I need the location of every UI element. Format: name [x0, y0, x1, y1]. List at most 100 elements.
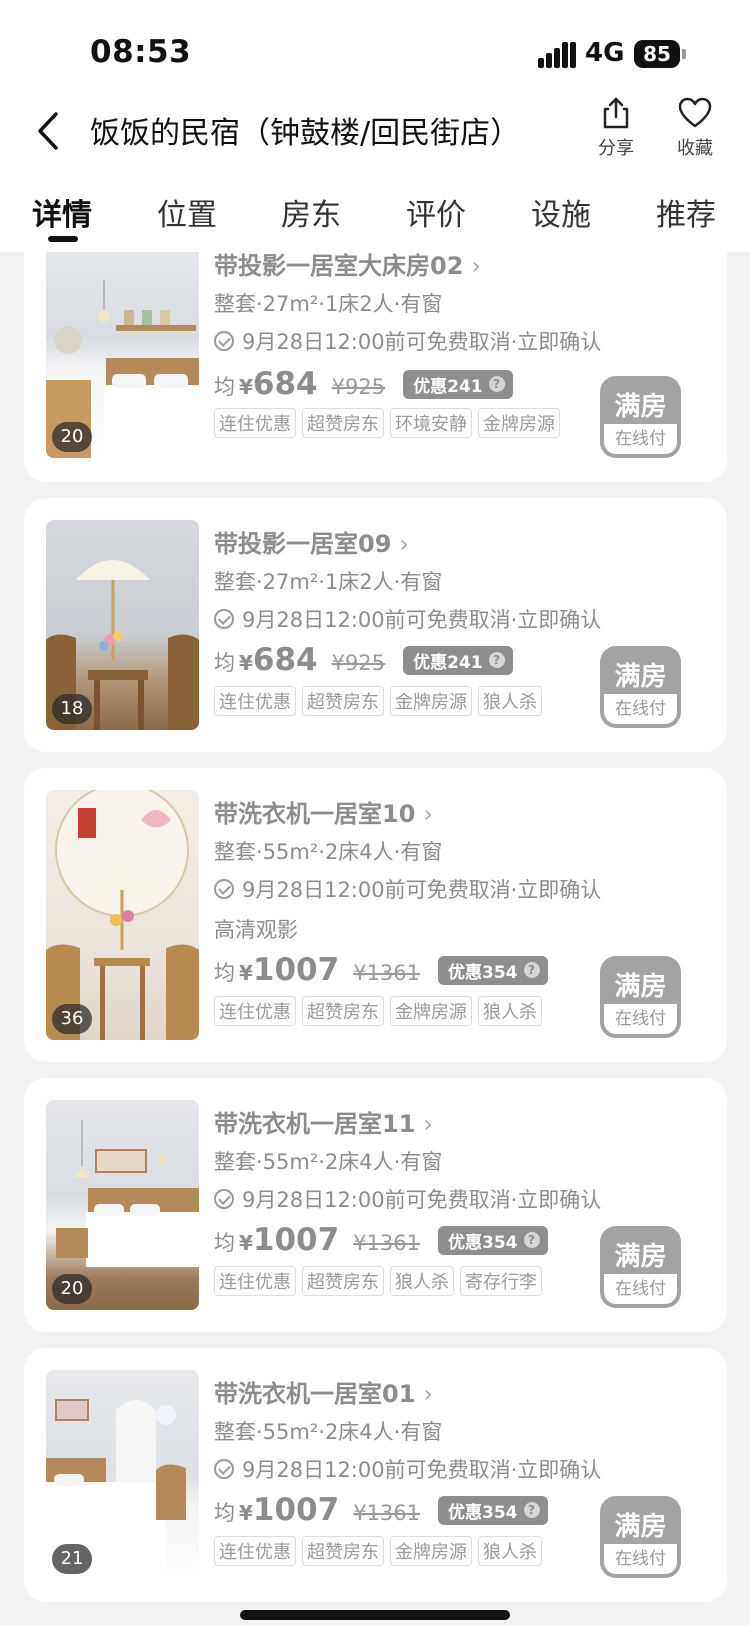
- question-icon: ?: [488, 376, 505, 392]
- chevron-right-icon: ›: [423, 800, 434, 828]
- chevron-right-icon: ›: [423, 1110, 434, 1138]
- sold-out-label: 满房: [614, 1512, 667, 1542]
- room-photo[interactable]: 36: [46, 790, 199, 1040]
- favorite-label: 收藏: [677, 138, 713, 159]
- discount-text: 优惠354: [448, 1232, 518, 1253]
- feature-tag: 金牌房源: [478, 408, 560, 438]
- room-card[interactable]: 20 带洗衣机一居室11 › 整套·55m²·2床4人·有窗 9月28日12:00…: [24, 1078, 727, 1332]
- pay-online-label: 在线付: [604, 694, 677, 724]
- room-name[interactable]: 带洗衣机一居室01 ›: [214, 1374, 433, 1409]
- sold-out-button[interactable]: 满房 在线付: [600, 956, 681, 1038]
- check-circle-icon: [214, 331, 234, 351]
- tab-facilities[interactable]: 设施: [531, 190, 591, 234]
- avg-label: 均: [214, 961, 235, 985]
- tab-recommend[interactable]: 推荐: [656, 190, 716, 234]
- tag-list: 连住优惠 超赞房东 金牌房源 狼人杀: [214, 686, 542, 716]
- room-photo-image: [46, 790, 199, 1040]
- price-row: 均 ¥ 1007 ¥1361 优惠354?: [214, 1222, 548, 1258]
- feature-tag: 环境安静: [390, 408, 472, 438]
- sold-out-button[interactable]: 满房 在线付: [600, 1496, 681, 1578]
- feature-tag: 连住优惠: [214, 408, 296, 438]
- avg-label: 均: [214, 1231, 235, 1255]
- room-card[interactable]: 20 带投影一居室大床房02 › 整套·27m²·1床2人·有窗 9月28日12:…: [24, 220, 727, 482]
- room-photo[interactable]: 20: [46, 240, 199, 458]
- feature-tag: 狼人杀: [478, 996, 542, 1026]
- photo-count-badge: 20: [52, 422, 92, 452]
- room-name[interactable]: 带洗衣机一居室11 ›: [214, 1104, 433, 1139]
- tab-host[interactable]: 房东: [281, 190, 341, 234]
- status-time: 08:53: [90, 34, 192, 70]
- price-amount: 684: [252, 366, 318, 402]
- discount-badge[interactable]: 优惠354?: [438, 1225, 548, 1255]
- discount-badge[interactable]: 优惠241?: [403, 369, 513, 399]
- share-button[interactable]: 分享: [586, 96, 646, 160]
- header: 饭饭的民宿（钟鼓楼/回民街店） 分享 收藏: [0, 96, 750, 166]
- discount-text: 优惠354: [448, 1502, 518, 1523]
- page-title: 饭饭的民宿（钟鼓楼/回民街店）: [90, 116, 521, 151]
- chevron-left-icon: [38, 112, 58, 150]
- tab-reviews[interactable]: 评价: [406, 190, 466, 234]
- feature-tag: 金牌房源: [390, 1536, 472, 1566]
- discount-badge[interactable]: 优惠354?: [438, 1495, 548, 1525]
- tag-list: 连住优惠 超赞房东 狼人杀 寄存行李: [214, 1266, 542, 1296]
- sold-out-button[interactable]: 满房 在线付: [600, 1226, 681, 1308]
- feature-tag: 狼人杀: [390, 1266, 454, 1296]
- currency-symbol: ¥: [239, 1501, 253, 1525]
- tab-location[interactable]: 位置: [157, 190, 217, 234]
- room-card[interactable]: 36 带洗衣机一居室10 › 整套·55m²·2床4人·有窗 9月28日12:00…: [24, 768, 727, 1062]
- pay-online-label: 在线付: [604, 1004, 677, 1034]
- avg-label: 均: [214, 651, 235, 675]
- discount-badge[interactable]: 优惠241?: [403, 645, 513, 675]
- sold-out-label: 满房: [614, 972, 667, 1002]
- chevron-right-icon: ›: [423, 1380, 434, 1408]
- question-icon: ?: [523, 962, 540, 978]
- back-button[interactable]: [30, 108, 70, 154]
- feature-tag: 狼人杀: [478, 686, 542, 716]
- sold-out-button[interactable]: 满房 在线付: [600, 646, 681, 728]
- chevron-right-icon: ›: [399, 530, 410, 558]
- original-price: ¥1361: [353, 1231, 421, 1255]
- cancel-policy: 9月28日12:00前可免费取消·立即确认: [214, 874, 601, 904]
- room-photo[interactable]: 18: [46, 520, 199, 730]
- price-row: 均 ¥ 684 ¥925 优惠241?: [214, 366, 513, 402]
- room-card[interactable]: 18 带投影一居室09 › 整套·27m²·1床2人·有窗 9月28日12:00前…: [24, 498, 727, 752]
- room-name[interactable]: 带洗衣机一居室10 ›: [214, 794, 433, 829]
- photo-count-badge: 20: [52, 1274, 92, 1304]
- tab-details[interactable]: 详情: [32, 190, 92, 234]
- photo-count-badge: 21: [52, 1544, 92, 1574]
- battery-cap: [682, 49, 686, 59]
- room-name[interactable]: 带投影一居室09 ›: [214, 524, 409, 559]
- cancel-policy-text: 9月28日12:00前可免费取消·立即确认: [242, 1188, 602, 1212]
- feature-tag: 超赞房东: [302, 1536, 384, 1566]
- cancel-policy-text: 9月28日12:00前可免费取消·立即确认: [242, 608, 602, 632]
- feature-tag: 连住优惠: [214, 996, 296, 1026]
- room-photo[interactable]: 20: [46, 1100, 199, 1310]
- price-row: 均 ¥ 684 ¥925 优惠241?: [214, 642, 513, 678]
- check-circle-icon: [214, 1189, 234, 1209]
- room-photo[interactable]: 21: [46, 1370, 199, 1580]
- room-specs: 整套·27m²·1床2人·有窗: [214, 292, 443, 316]
- currency-symbol: ¥: [239, 1231, 253, 1255]
- photo-count-badge: 36: [52, 1004, 92, 1034]
- home-indicator: [240, 1610, 510, 1620]
- room-specs: 整套·55m²·2床4人·有窗: [214, 1150, 443, 1174]
- feature-tag: 连住优惠: [214, 1266, 296, 1296]
- cancel-policy: 9月28日12:00前可免费取消·立即确认: [214, 1184, 601, 1214]
- feature-tag: 金牌房源: [390, 686, 472, 716]
- tag-list: 连住优惠 超赞房东 环境安静 金牌房源: [214, 408, 560, 438]
- room-card[interactable]: 21 带洗衣机一居室01 › 整套·55m²·2床4人·有窗 9月28日12:00…: [24, 1348, 727, 1602]
- favorite-button[interactable]: 收藏: [665, 96, 725, 160]
- feature-tag: 超赞房东: [302, 686, 384, 716]
- sold-out-label: 满房: [614, 662, 667, 692]
- discount-badge[interactable]: 优惠354?: [438, 955, 548, 985]
- currency-symbol: ¥: [239, 961, 253, 985]
- original-price: ¥1361: [353, 961, 421, 985]
- feature-tag: 超赞房东: [302, 1266, 384, 1296]
- tab-bar: 详情 位置 房东 评价 设施 推荐: [0, 186, 750, 246]
- cancel-policy: 9月28日12:00前可免费取消·立即确认: [214, 326, 601, 356]
- sold-out-button[interactable]: 满房 在线付: [600, 376, 681, 458]
- top-bar: 08:53 4G 85 饭饭的民宿（钟鼓楼/回民街店） 分享 收藏 详情 位置 …: [0, 0, 750, 252]
- original-price: ¥925: [331, 651, 386, 675]
- tab-indicator: [48, 236, 78, 242]
- price-amount: 1007: [252, 1222, 340, 1258]
